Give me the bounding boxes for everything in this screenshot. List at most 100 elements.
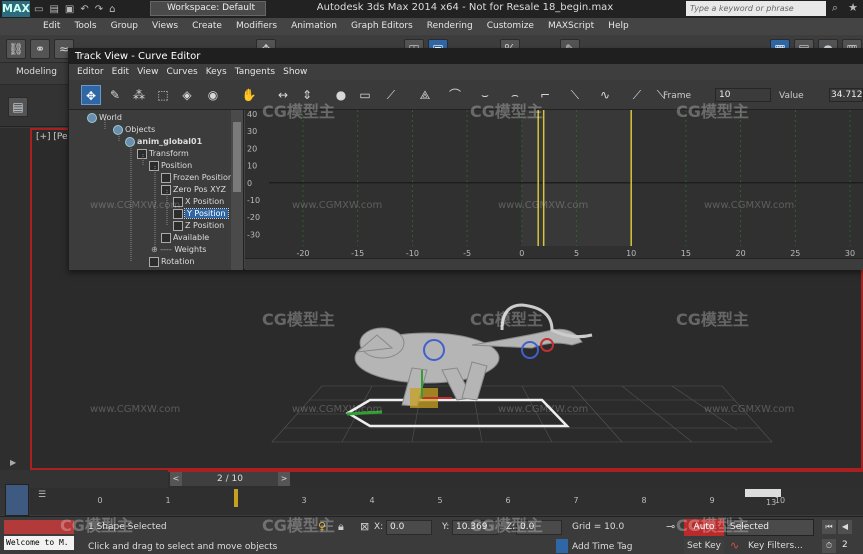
x-coordinate-field[interactable]: 0.0 (386, 520, 432, 535)
x-tick-label: 30 (845, 249, 855, 258)
workspace-dropdown[interactable]: Workspace: Default (150, 1, 266, 16)
previous-frame-icon[interactable]: ◀ (838, 520, 852, 534)
ribbon-modeling-icon[interactable]: ▤ (8, 97, 28, 117)
menu-tools[interactable]: Tools (67, 18, 103, 35)
ruler-label: 3 (301, 496, 307, 505)
tree-item-z-position[interactable]: Z Position (173, 220, 224, 232)
default-in-out-tangent-icon[interactable]: ∿ (730, 539, 739, 552)
tree-item-objects[interactable]: Objects (113, 124, 155, 136)
time-prev-button[interactable]: < (170, 472, 182, 486)
tree-item-frozen-position[interactable]: Frozen Position (161, 172, 233, 184)
x-tick-label: 5 (574, 249, 579, 258)
auto-tangent-icon[interactable]: ⟁ (415, 85, 435, 105)
y-tick-label: 40 (247, 110, 257, 119)
search-icon[interactable]: ⌕ (828, 1, 842, 16)
x-tick-label: 25 (790, 249, 800, 258)
ruler-label-extra: 13 (766, 498, 777, 507)
pan-icon[interactable]: ✋ (239, 85, 259, 105)
tree-item-transform[interactable]: Transform (137, 148, 189, 160)
add-keys-icon[interactable]: ⁂ (129, 85, 149, 105)
y-tick-label: -10 (247, 196, 260, 205)
tree-item-y-position[interactable]: Y Position (173, 208, 229, 220)
go-to-start-icon[interactable]: ⏮ (822, 520, 836, 534)
tv-menu-show[interactable]: Show (279, 64, 311, 80)
menu-create[interactable]: Create (185, 18, 229, 35)
zoom-region-icon[interactable]: ▭ (355, 85, 375, 105)
app-logo[interactable]: MAX (2, 1, 30, 17)
menu-modifiers[interactable]: Modifiers (229, 18, 284, 35)
maxscript-mini-listener[interactable]: Welcome to M. (4, 536, 74, 550)
tv-menu-tangents[interactable]: Tangents (231, 64, 279, 80)
open-file-icon[interactable]: ▤ (49, 4, 58, 15)
time-config-icon[interactable]: ⏱ (822, 539, 836, 553)
tree-item-zero-pos-xyz[interactable]: Zero Pos XYZ (161, 184, 226, 196)
retime-all-icon[interactable]: ◉ (203, 85, 223, 105)
lock-tangents-icon[interactable]: ⟋ (627, 85, 647, 105)
draw-curves-icon[interactable]: ✎ (105, 85, 125, 105)
menu-maxscript[interactable]: MAXScript (541, 18, 601, 35)
y-tick-label: 20 (247, 144, 257, 153)
move-keys-icon[interactable]: ✥ (81, 85, 101, 105)
tv-menu-edit[interactable]: Edit (108, 64, 133, 80)
region-keys-icon[interactable]: ⬚ (153, 85, 173, 105)
watermark: CG模型主 (676, 102, 749, 121)
set-key-button[interactable]: Set Key (684, 539, 724, 554)
tree-item-x-position[interactable]: X Position (173, 196, 224, 208)
save-file-icon[interactable]: ▣ (65, 4, 74, 15)
ruler-label: 0 (97, 496, 103, 505)
track-view-titlebar[interactable]: Track View - Curve Editor (69, 49, 863, 64)
curve-graph[interactable]: 40 30 20 10 0 -10 -20 -30 -20 -15 -10 -5 0 5 10 15 20 25 3… (245, 110, 863, 258)
time-slider-thumb[interactable]: 2 / 10 (182, 472, 278, 486)
linear-tangent-icon[interactable]: ⟍ (565, 85, 585, 105)
undo-icon[interactable]: ↶ (80, 4, 88, 15)
tree-item-world[interactable]: World (87, 112, 122, 124)
retime-icon[interactable]: ◈ (177, 85, 197, 105)
tree-item-available[interactable]: Available (161, 232, 209, 244)
menu-group[interactable]: Group (104, 18, 145, 35)
tv-menu-editor[interactable]: Editor (73, 64, 108, 80)
mini-curve-editor-toggle[interactable] (5, 484, 29, 516)
controller-window[interactable]: World Objects anim_global01 Transform Po… (69, 110, 244, 270)
tree-item-position[interactable]: Position (149, 160, 192, 172)
unlink-icon[interactable]: ⚭ (30, 39, 50, 59)
spline-tangent-icon[interactable]: ⌒ (445, 85, 465, 105)
position-icon (149, 160, 159, 171)
menu-graph-editors[interactable]: Graph Editors (344, 18, 420, 35)
tree-item-anim-global[interactable]: anim_global01 (125, 136, 202, 148)
tv-menu-keys[interactable]: Keys (202, 64, 231, 80)
key-marker[interactable] (234, 489, 238, 507)
tree-item-rotation[interactable]: Rotation (149, 256, 194, 268)
ribbon-tab-modeling[interactable]: Modeling (16, 67, 57, 77)
time-next-button[interactable]: > (278, 472, 290, 486)
lock-selection-icon[interactable]: 🔒︎ (338, 520, 344, 534)
track-bar-icon[interactable]: ☰ (38, 490, 52, 502)
menu-views[interactable]: Views (145, 18, 185, 35)
link-icon[interactable]: ⛓ (6, 39, 26, 59)
current-frame-field[interactable]: 2 (842, 540, 848, 550)
key-filters-button[interactable]: Key Filters... (748, 539, 808, 554)
tree-item-weights[interactable]: ⊕ ---- Weights (151, 244, 206, 256)
absolute-mode-icon[interactable]: ⊠ (360, 520, 369, 533)
menu-animation[interactable]: Animation (284, 18, 344, 35)
smooth-tangent-icon[interactable]: ∿ (595, 85, 615, 105)
tree-scrollbar-thumb[interactable] (233, 122, 241, 192)
search-input[interactable]: Type a keyword or phrase (686, 1, 826, 16)
set-key-icon[interactable]: ⊸ (666, 520, 675, 533)
value-field[interactable]: 34.712 (829, 88, 863, 102)
tv-menu-curves[interactable]: Curves (162, 64, 201, 80)
isolate-curve-icon[interactable]: ⟋ (381, 85, 401, 105)
menu-customize[interactable]: Customize (480, 18, 541, 35)
add-time-tag-button[interactable]: Add Time Tag (572, 542, 632, 552)
tv-menu-view[interactable]: View (133, 64, 162, 80)
project-folder-icon[interactable]: ⌂ (109, 4, 115, 15)
graph-horizontal-scrollbar[interactable] (245, 258, 863, 270)
menu-help[interactable]: Help (601, 18, 636, 35)
new-file-icon[interactable]: ▭ (34, 4, 43, 15)
redo-icon[interactable]: ↷ (95, 4, 103, 15)
y-tick-label: 10 (247, 162, 257, 171)
scroll-arrow-icon[interactable]: ▶ (10, 458, 20, 470)
help-icon[interactable]: ★ (846, 1, 860, 16)
menu-rendering[interactable]: Rendering (420, 18, 480, 35)
time-tag-icon[interactable] (556, 539, 568, 553)
menu-edit[interactable]: Edit (36, 18, 67, 35)
